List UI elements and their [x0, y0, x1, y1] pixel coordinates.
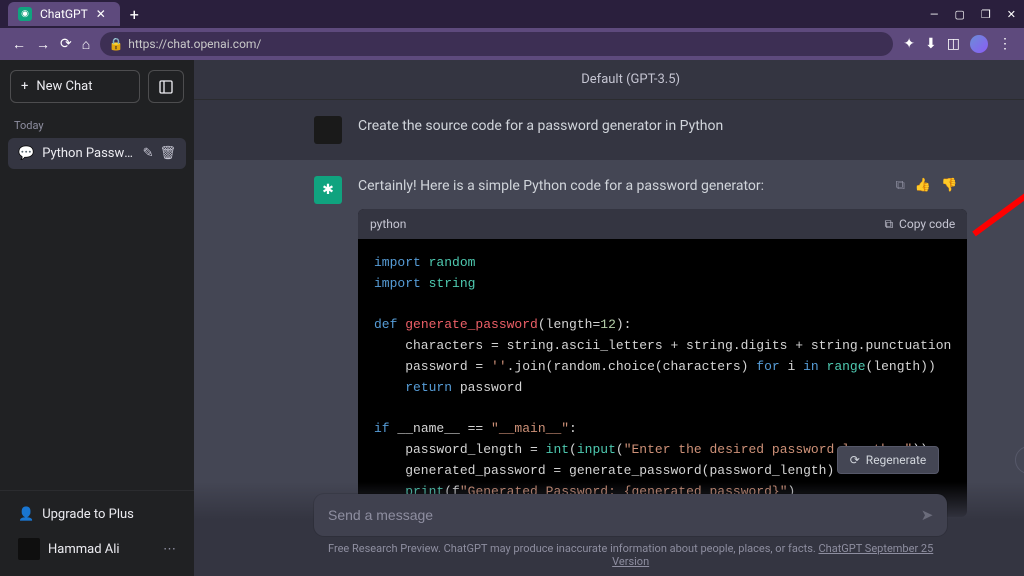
maximize-button[interactable]: ❐	[981, 8, 991, 21]
chatgpt-favicon: ◉	[18, 7, 32, 21]
thumbs-up-icon[interactable]: 👍	[915, 176, 931, 196]
new-tab-button[interactable]: +	[124, 5, 145, 24]
user-name: Hammad Ali	[48, 542, 120, 557]
assistant-avatar: ✱	[314, 176, 342, 204]
upgrade-to-plus-button[interactable]: 👤 Upgrade to Plus	[8, 499, 186, 530]
user-menu[interactable]: Hammad Ali ⋯	[8, 530, 186, 568]
refresh-icon: ⟳	[850, 453, 860, 467]
model-label: Default (GPT-3.5)	[581, 72, 680, 87]
more-icon[interactable]: ⋯	[163, 542, 176, 557]
tab-strip: ◉ ChatGPT ✕ +	[8, 2, 145, 26]
main-panel: Default (GPT-3.5) Create the source code…	[194, 60, 1024, 576]
browser-titlebar: ◉ ChatGPT ✕ + — ▢ ❐ ✕	[0, 0, 1024, 28]
minimize-button[interactable]: —	[930, 8, 939, 21]
url-text: https://chat.openai.com/	[128, 37, 261, 51]
chat-icon: 💬	[18, 146, 34, 161]
model-header: Default (GPT-3.5)	[194, 60, 1024, 100]
browser-toolbar: ← → ⟳ ⌂ 🔒 https://chat.openai.com/ ✦ ⬇ ◫…	[0, 28, 1024, 60]
copy-icon[interactable]: ⧉	[896, 176, 905, 196]
regenerate-label: Regenerate	[866, 453, 927, 467]
delete-icon[interactable]: 🗑	[159, 146, 176, 161]
disclaimer: Free Research Preview. ChatGPT may produ…	[314, 542, 947, 568]
code-header: python ⧉ Copy code	[358, 209, 967, 239]
code-body: import random import string def generate…	[358, 239, 967, 517]
forward-button[interactable]: →	[36, 36, 50, 53]
url-bar[interactable]: 🔒 https://chat.openai.com/	[100, 32, 893, 56]
plus-icon: +	[21, 79, 28, 94]
browser-tab[interactable]: ◉ ChatGPT ✕	[8, 2, 120, 26]
lock-icon: 🔒	[110, 38, 122, 50]
new-chat-button[interactable]: + New Chat	[10, 70, 140, 103]
tab-title: ChatGPT	[40, 7, 88, 21]
code-lang-label: python	[370, 215, 406, 233]
sidebar-section-today: Today	[0, 113, 194, 138]
window-controls: — ▢ ❐ ✕	[930, 8, 1016, 21]
download-icon[interactable]: ⬇	[925, 36, 937, 52]
user-avatar	[18, 538, 40, 560]
input-area: ⟳ Regenerate ↓ ➤ Free Research Preview. …	[194, 482, 1024, 576]
close-window-button[interactable]: ✕	[1007, 8, 1016, 21]
sidebar-toggle-button[interactable]	[148, 70, 184, 103]
assistant-message-row: ✱ Certainly! Here is a simple Python cod…	[194, 160, 1024, 533]
reload-button[interactable]: ⟳	[60, 36, 72, 52]
new-chat-label: New Chat	[36, 79, 92, 94]
close-icon[interactable]: ✕	[96, 7, 110, 21]
profile-avatar[interactable]	[970, 35, 988, 53]
chatgpt-app: + New Chat Today 💬 Python Password Gene …	[0, 60, 1024, 576]
message-input[interactable]	[328, 507, 921, 523]
assistant-intro-text: Certainly! Here is a simple Python code …	[358, 176, 967, 197]
send-button[interactable]: ➤	[921, 506, 934, 524]
expand-button[interactable]: ▢	[955, 8, 965, 21]
chat-history-item[interactable]: 💬 Python Password Gene ✎ 🗑	[8, 138, 186, 169]
message-input-container: ➤	[314, 494, 947, 536]
user-message-avatar	[314, 116, 342, 144]
panel-icon	[158, 79, 174, 95]
home-button[interactable]: ⌂	[82, 36, 90, 53]
upgrade-label: Upgrade to Plus	[42, 507, 134, 522]
sidebar: + New Chat Today 💬 Python Password Gene …	[0, 60, 194, 576]
browser-menu-icon[interactable]: ⋮	[998, 36, 1012, 52]
clipboard-icon: ⧉	[884, 215, 893, 233]
person-icon: 👤	[18, 507, 34, 522]
copy-code-label: Copy code	[899, 215, 955, 233]
copy-code-button[interactable]: ⧉ Copy code	[884, 215, 955, 233]
user-message-text: Create the source code for a password ge…	[358, 116, 967, 144]
regenerate-button[interactable]: ⟳ Regenerate	[837, 446, 940, 474]
message-actions: ⧉ 👍 👎	[896, 176, 958, 196]
back-button[interactable]: ←	[12, 36, 26, 53]
app-icon[interactable]: ◫	[947, 36, 960, 52]
user-message-row: Create the source code for a password ge…	[194, 100, 1024, 160]
thumbs-down-icon[interactable]: 👎	[941, 176, 957, 196]
disclaimer-text: Free Research Preview. ChatGPT may produ…	[328, 542, 818, 555]
extensions-icon[interactable]: ✦	[903, 36, 915, 52]
chat-item-title: Python Password Gene	[42, 146, 134, 161]
edit-icon[interactable]: ✎	[143, 146, 154, 161]
